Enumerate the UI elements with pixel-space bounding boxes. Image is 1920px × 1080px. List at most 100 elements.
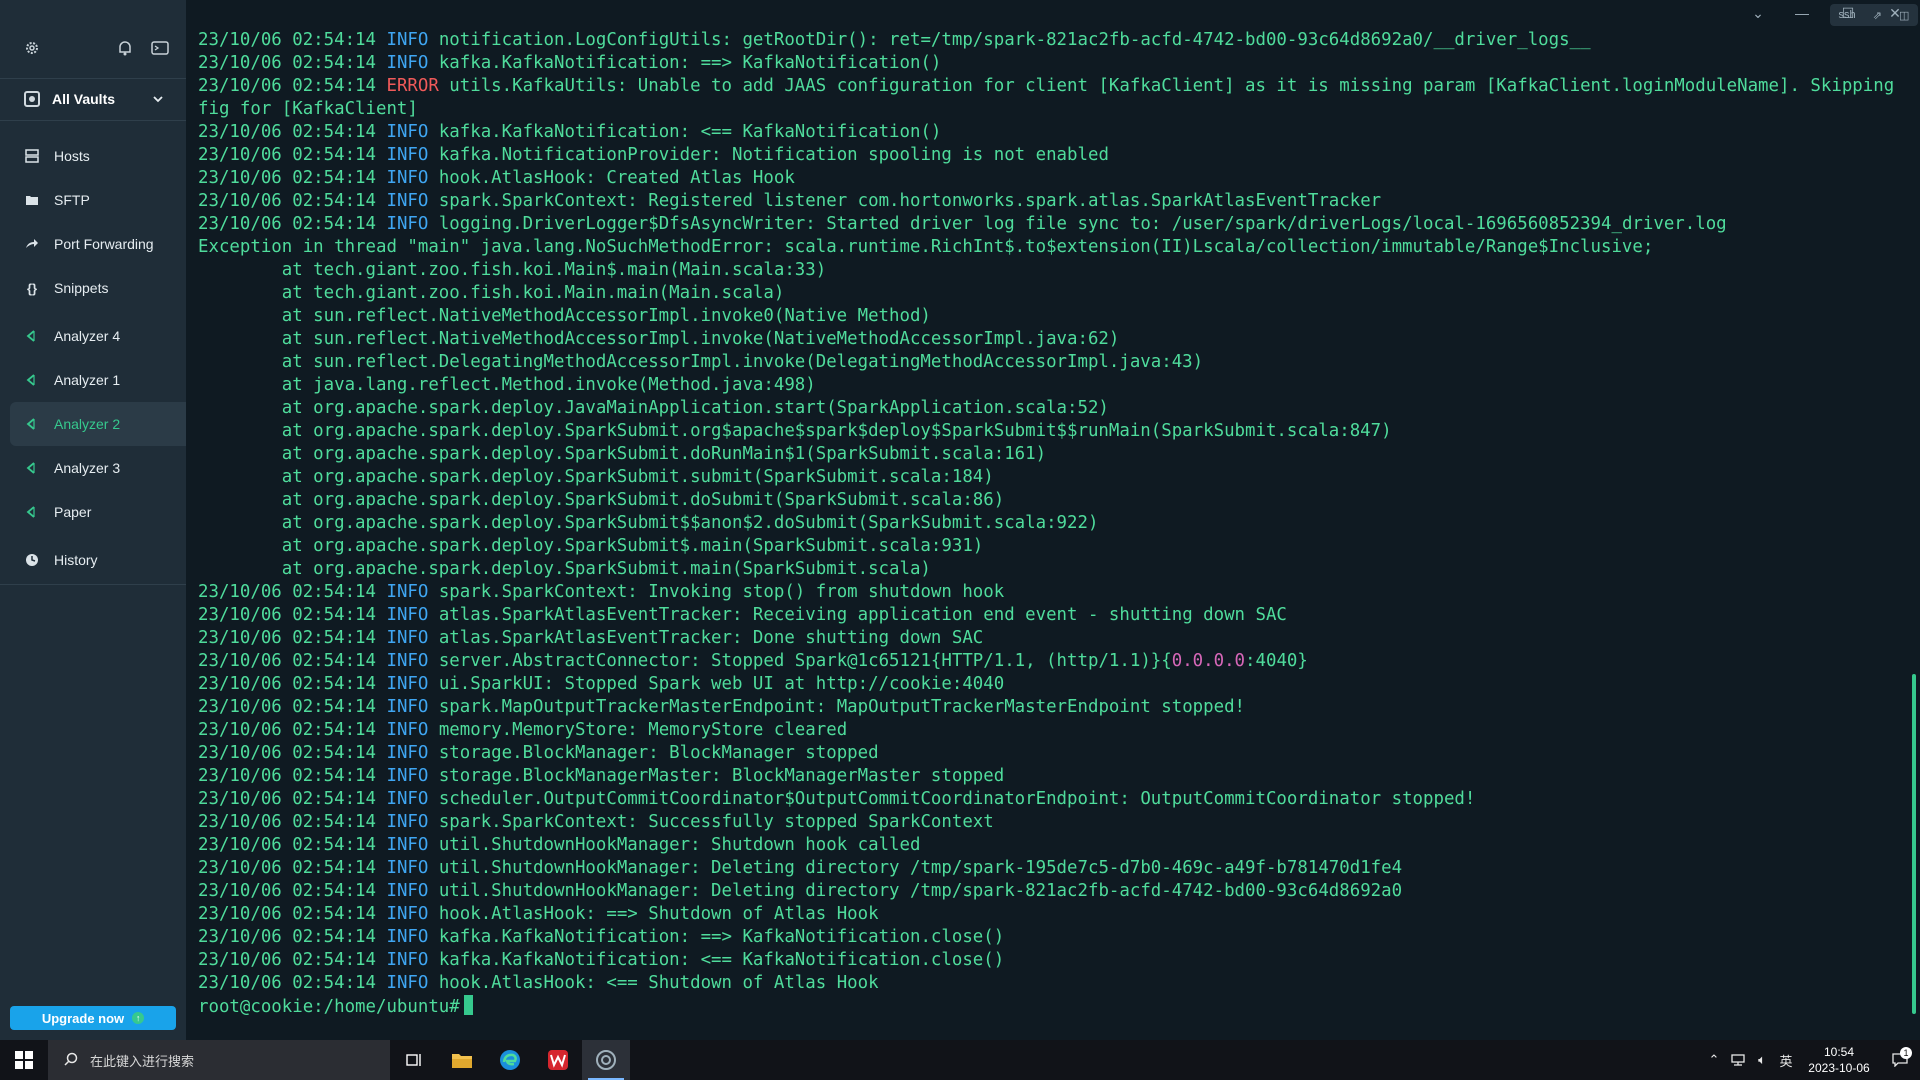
line-text: server.AbstractConnector: Stopped Spark@… [428,651,1172,671]
line-text: at tech.giant.zoo.fish.koi.Main.main(Mai… [198,283,785,303]
taskbar-termius[interactable] [582,1040,630,1080]
sidebar-item-label: Snippets [54,280,109,296]
taskbar-edge[interactable] [486,1040,534,1080]
terminal-line: 23/10/06 02:54:14 INFO spark.SparkContex… [198,581,1898,604]
log-level: INFO [386,53,429,73]
line-text: at sun.reflect.NativeMethodAccessorImpl.… [198,306,931,326]
line-text: ui.SparkUI: Stopped Spark web UI at http… [428,674,1005,694]
terminal-line: 23/10/06 02:54:14 INFO hook.AtlasHook: =… [198,903,1898,926]
line-timestamp: 23/10/06 02:54:14 [198,191,387,211]
vault-icon [24,91,40,107]
line-timestamp: 23/10/06 02:54:14 [198,30,387,50]
log-level: INFO [386,743,429,763]
sidebar-item-analyzer-4[interactable]: Analyzer 4 [0,314,186,358]
edge-icon [500,1050,520,1070]
line-timestamp: 23/10/06 02:54:14 [198,720,387,740]
sidebar-item-snippets[interactable]: {} Snippets [0,266,186,310]
sidebar: All Vaults Hosts SFTP Port Forwarding {} [0,0,186,1040]
bell-icon[interactable] [115,38,135,58]
line-text: utils.KafkaUtils: Unable to add JAAS con… [438,76,1898,96]
terminal-pane[interactable]: ssh ⇗ ◫ ⌄ — ☐ ✕ 23/10/06 02:54:14 INFO n… [186,0,1920,1040]
terminal-output: 23/10/06 02:54:14 INFO notification.LogC… [198,29,1898,1018]
hosts-icon [24,148,40,164]
taskbar-wps[interactable] [534,1040,582,1080]
clock[interactable]: 10:54 2023-10-06 [1798,1044,1880,1076]
terminal-line: at sun.reflect.NativeMethodAccessorImpl.… [198,328,1898,351]
shell-prompt[interactable]: root@cookie:/home/ubuntu# [198,995,1898,1018]
line-text: notification.LogConfigUtils: getRootDir(… [428,30,1591,50]
sidebar-item-analyzer-1[interactable]: Analyzer 1 [0,358,186,402]
terminal-line: 23/10/06 02:54:14 INFO storage.BlockMana… [198,742,1898,765]
sidebar-item-sftp[interactable]: SFTP [0,178,186,222]
sidebar-item-history[interactable]: History [0,538,186,582]
clock-time: 10:54 [1823,1045,1855,1059]
sidebar-item-paper[interactable]: Paper [0,490,186,534]
line-timestamp: 23/10/06 02:54:14 [198,76,387,96]
line-timestamp: 23/10/06 02:54:14 [198,605,387,625]
line-text: at org.apache.spark.deploy.SparkSubmit.d… [198,490,1005,510]
minimize-icon[interactable]: — [1790,3,1814,23]
log-level: INFO [386,812,429,832]
network-icon[interactable] [1726,1054,1750,1066]
gear-icon[interactable] [22,38,42,58]
vault-selector[interactable]: All Vaults [0,80,186,118]
line-timestamp: 23/10/06 02:54:14 [198,145,387,165]
line-text: util.ShutdownHookManager: Shutdown hook … [428,835,921,855]
terminal-line: at sun.reflect.NativeMethodAccessorImpl.… [198,305,1898,328]
line-timestamp: 23/10/06 02:54:14 [198,674,387,694]
folder-icon [452,1054,472,1068]
termius-icon [596,1050,616,1070]
line-timestamp: 23/10/06 02:54:14 [198,214,387,234]
line-text: at org.apache.spark.deploy.SparkSubmit$$… [198,513,1099,533]
taskbar-search[interactable]: 在此键入进行搜索 [48,1040,390,1080]
line-timestamp: 23/10/06 02:54:14 [198,122,387,142]
terminal-line: 23/10/06 02:54:14 INFO logging.DriverLog… [198,213,1898,236]
line-text: at org.apache.spark.deploy.SparkSubmit.s… [198,467,994,487]
terminal-line: Exception in thread "main" java.lang.NoS… [198,236,1898,259]
sidebar-nav: Hosts SFTP Port Forwarding {} Snippets A… [0,134,186,582]
line-text: util.ShutdownHookManager: Deleting direc… [428,881,1403,901]
sidebar-item-port-forwarding[interactable]: Port Forwarding [0,222,186,266]
notification-center-button[interactable]: 1 [1880,1047,1920,1067]
divider [0,78,186,79]
volume-icon[interactable]: 🔈︎ [1750,1052,1774,1068]
braces-icon: {} [26,280,38,296]
close-icon[interactable]: ✕ [1883,3,1907,23]
line-text: kafka.KafkaNotification: <== KafkaNotifi… [428,950,1005,970]
sidebar-item-analyzer-3[interactable]: Analyzer 3 [0,446,186,490]
ime-indicator[interactable]: 英 [1774,1051,1798,1070]
terminal-line: 23/10/06 02:54:14 INFO notification.LogC… [198,29,1898,52]
sidebar-item-label: Hosts [54,148,90,164]
sidebar-item-analyzer-2[interactable]: Analyzer 2 [10,402,186,446]
upgrade-button[interactable]: Upgrade now ↑ [10,1006,176,1030]
sidebar-item-label: Analyzer 4 [54,328,121,344]
line-text: spark.SparkContext: Registered listener … [428,191,1382,211]
line-text: at tech.giant.zoo.fish.koi.Main$.main(Ma… [198,260,827,280]
line-timestamp: 23/10/06 02:54:14 [198,168,387,188]
terminal-line: at org.apache.spark.deploy.SparkSubmit$.… [198,535,1898,558]
line-text: at org.apache.spark.deploy.SparkSubmit.o… [198,421,1392,441]
line-text: at sun.reflect.DelegatingMethodAccessorI… [198,352,1204,372]
terminal-window-icon[interactable] [150,38,170,58]
maximize-icon[interactable]: ☐ [1836,3,1860,23]
line-timestamp: 23/10/06 02:54:14 [198,835,387,855]
share-icon[interactable]: ⇗ [1873,9,1882,22]
scrollbar[interactable] [1912,674,1916,1014]
log-level: INFO [386,191,429,211]
chevron-up-icon[interactable]: ⌃ [1702,1052,1726,1068]
terminal-line: at org.apache.spark.deploy.SparkSubmit$$… [198,512,1898,535]
sidebar-item-hosts[interactable]: Hosts [0,134,186,178]
terminal-line: 23/10/06 02:54:14 INFO scheduler.OutputC… [198,788,1898,811]
taskbar-explorer[interactable] [438,1040,486,1080]
task-view-button[interactable] [390,1040,438,1080]
line-text: :4040} [1245,651,1308,671]
prompt-text: root@cookie:/home/ubuntu# [198,997,460,1017]
terminal-line: 23/10/06 02:54:14 INFO spark.SparkContex… [198,811,1898,834]
chevron-down-icon[interactable]: ⌄ [1746,3,1770,23]
terminal-line: 23/10/06 02:54:14 INFO kafka.KafkaNotifi… [198,121,1898,144]
system-tray: ⌃ 🔈︎ 英 10:54 2023-10-06 1 [1702,1040,1920,1080]
terminal-line: at tech.giant.zoo.fish.koi.Main$.main(Ma… [198,259,1898,282]
start-button[interactable] [0,1040,48,1080]
log-level: INFO [386,950,429,970]
sidebar-top [0,0,186,64]
